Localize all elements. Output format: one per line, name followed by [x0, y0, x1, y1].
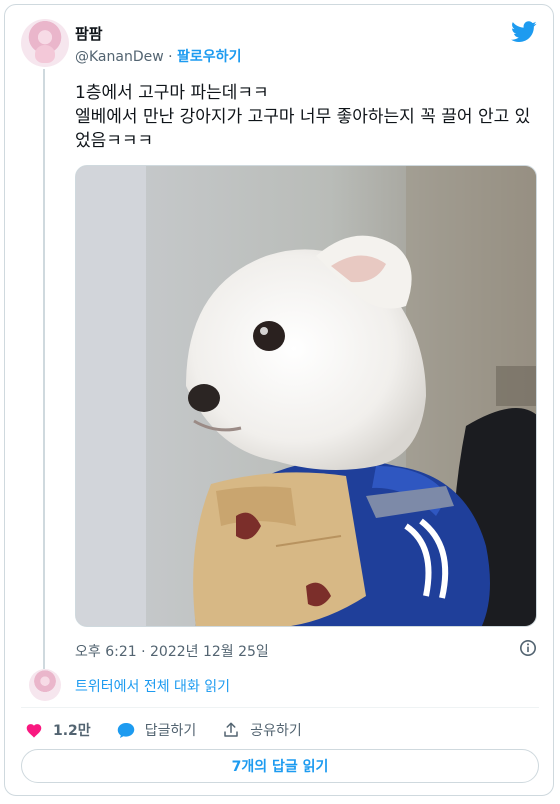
tweet-timestamp[interactable]: 오후 6:21 · 2022년 12월 25일 [75, 641, 269, 661]
read-replies-button[interactable]: 7개의 답글 읽기 [21, 749, 539, 783]
reply-label: 답글하기 [144, 723, 197, 739]
tweet-text: 1층에서 고구마 파는데ㅋㅋ 엘베에서 만난 강아지가 고구마 너무 좋아하는지… [75, 83, 531, 151]
share-icon [224, 722, 238, 737]
author-handle[interactable]: @KananDew [75, 49, 164, 65]
follow-link[interactable]: 팔로우하기 [177, 49, 241, 65]
comment-icon [117, 722, 134, 738]
heart-icon [26, 724, 42, 738]
dog-photo-illustration [76, 166, 536, 626]
divider [21, 707, 539, 708]
read-conversation-link[interactable]: 트위터에서 전체 대화 읽기 [75, 676, 230, 696]
thread-line [43, 69, 45, 669]
handle-separator: · [168, 49, 173, 65]
author-avatar[interactable] [21, 19, 69, 67]
info-icon[interactable] [519, 639, 537, 657]
conversation-avatar [29, 669, 61, 701]
twitter-bird-icon[interactable] [511, 21, 537, 43]
share-label: 공유하기 [250, 723, 302, 739]
tweet-photo[interactable] [75, 165, 537, 627]
like-button[interactable]: 1.2만 [25, 720, 91, 740]
share-button[interactable]: 공유하기 [222, 720, 302, 740]
reply-button[interactable]: 답글하기 [117, 720, 197, 740]
tweet-actions: 1.2만 답글하기 공유하기 [25, 718, 328, 742]
embedded-tweet-card: 팜팜 @KananDew · 팔로우하기 1층에서 고구마 파는데ㅋㅋ 엘베에서… [4, 4, 554, 796]
author-name[interactable]: 팜팜 [75, 23, 103, 44]
like-count: 1.2만 [53, 723, 91, 739]
author-handle-row: @KananDew · 팔로우하기 [75, 46, 241, 66]
